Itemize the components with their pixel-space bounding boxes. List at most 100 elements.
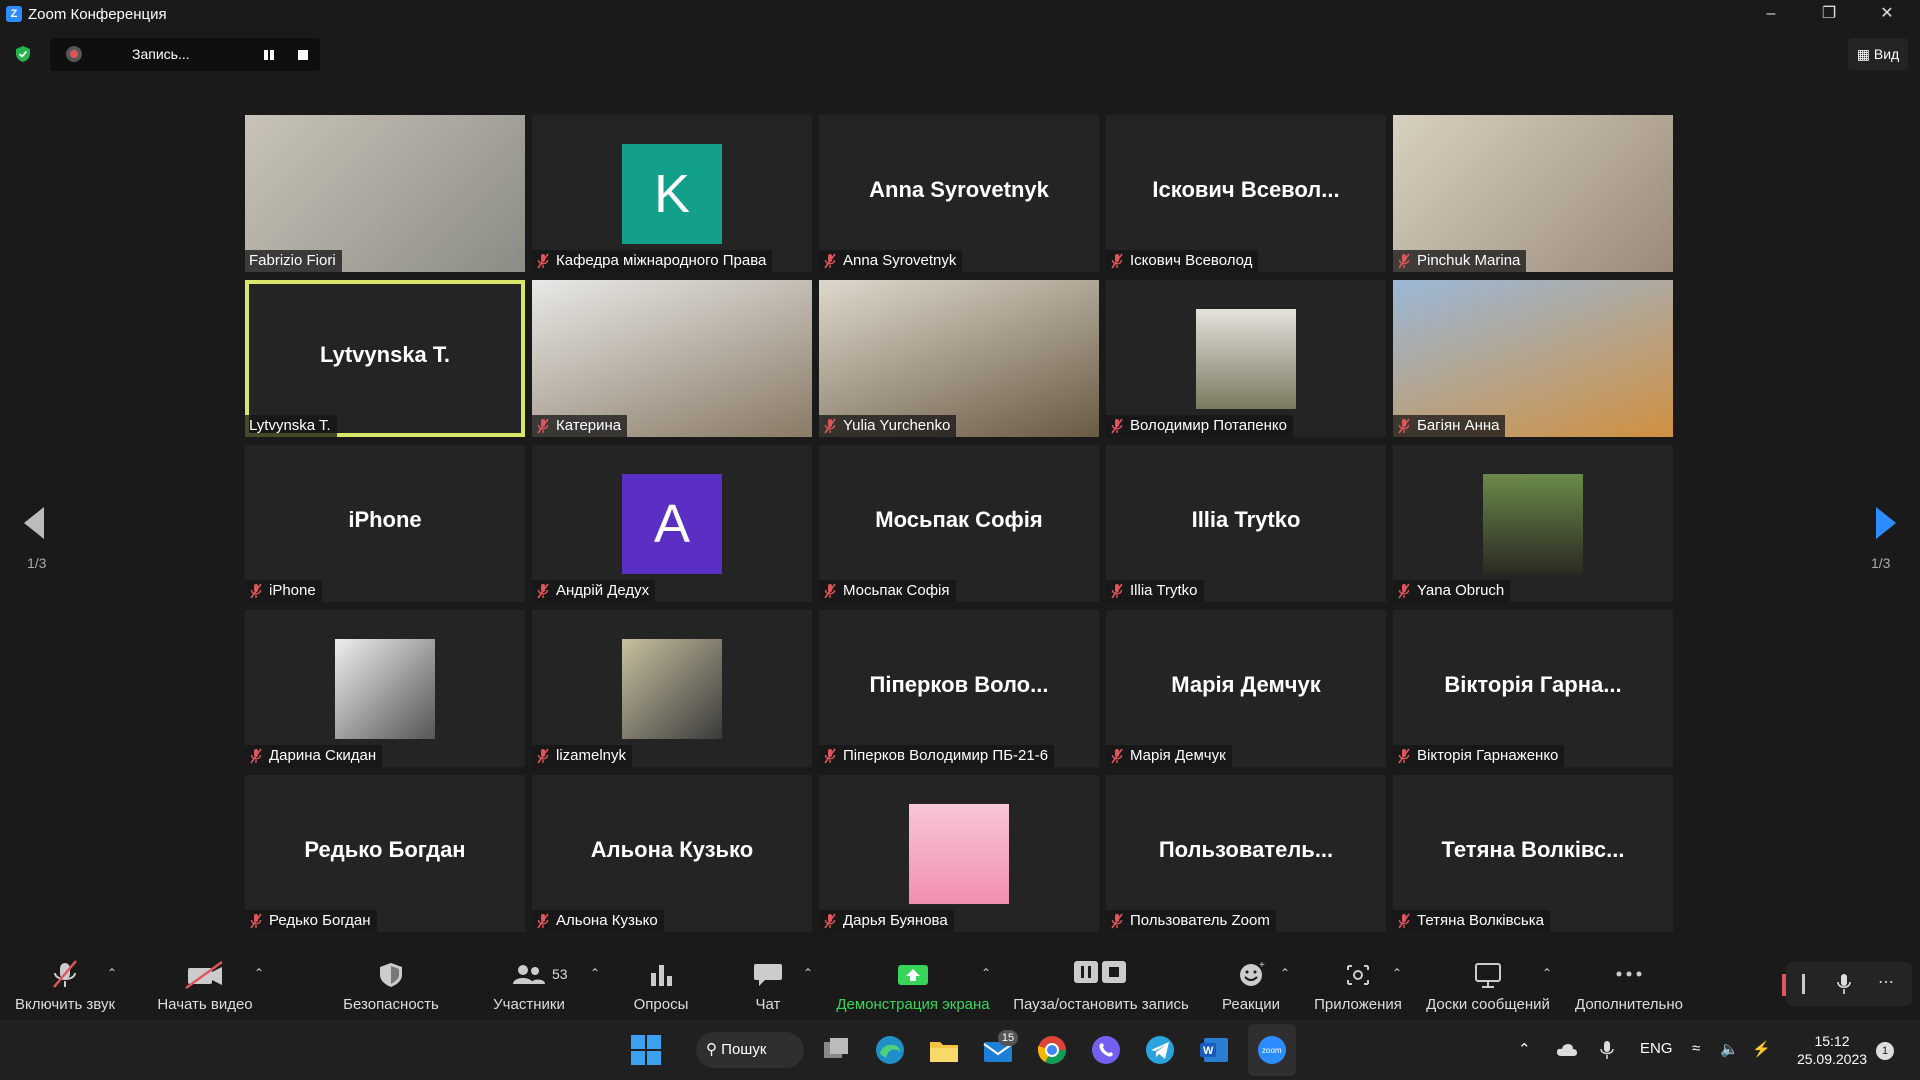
participant-tile[interactable]: A Андрій Дедух [532,445,812,602]
word-icon[interactable]: W [1196,1032,1232,1068]
participant-display-name: Вікторія Гарна... [1444,672,1622,697]
whiteboards-caret-icon[interactable]: ⌃ [1540,966,1554,980]
encryption-shield-icon[interactable] [14,45,32,63]
chat-button[interactable]: Чат [713,950,823,1020]
tray-overflow-icon[interactable]: ⌃ [1518,1040,1531,1058]
view-button-label: Вид [1873,46,1900,62]
view-button[interactable]: ▦ Вид [1848,38,1908,70]
mic-muted-icon [537,253,549,269]
participant-tile[interactable]: Lytvynska T. Lytvynska T. [245,280,525,437]
participant-display-name: Lytvynska T. [319,342,451,367]
share-screen-label: Демонстрация экрана [836,996,990,1013]
participant-gallery: Fabrizio Fiori K Кафедра міжнародного Прав… [245,115,1675,933]
participant-tile[interactable]: lizamelnyk [532,610,812,767]
security-button[interactable]: Безопасность [336,950,446,1020]
mini-microphone-icon[interactable] [1836,972,1852,996]
close-button[interactable]: ✕ [1858,0,1916,30]
participant-tile[interactable]: Пользователь... Пользователь Zoom [1106,775,1386,932]
system-clock[interactable]: 15:12 25.09.2023 [1784,1032,1880,1068]
participant-tile[interactable]: Багіян Анна [1393,280,1673,437]
participant-nameplate: Іскович Всеволод [1106,250,1259,272]
participant-tile[interactable]: Піперков Воло... Піперков Володимир ПБ-21… [819,610,1099,767]
participant-name-label: Lytvynska T. [249,417,331,434]
participant-display-name: Anna Syrovetnyk [869,177,1049,202]
participant-tile[interactable]: Вікторія Гарна... Вікторія Гарнаженко [1393,610,1673,767]
participant-tile[interactable]: Anna Syrovetnyk Anna Syrovetnyk [819,115,1099,272]
participant-tile[interactable]: Fabrizio Fiori [245,115,525,272]
participant-tile[interactable]: Тетяна Волківс... Тетяна Волківська [1393,775,1673,932]
security-label: Безопасность [343,996,439,1013]
participant-name-label: Володимир Потапенко [1130,417,1287,434]
mic-muted-icon [250,583,262,599]
previous-page-arrow-icon[interactable] [22,505,46,541]
chrome-icon[interactable] [1034,1032,1070,1068]
mic-muted-icon [537,418,549,434]
next-page-arrow-icon[interactable] [1874,505,1898,541]
participant-tile[interactable]: Pinchuk Marina [1393,115,1673,272]
taskbar-search[interactable]: ⚲ Пошук [696,1032,804,1068]
participant-tile[interactable]: Редько Богдан Редько Богдан [245,775,525,932]
stop-recording-button[interactable] [298,50,308,60]
whiteboards-button[interactable]: Доски сообщений [1420,950,1556,1020]
reactions-button[interactable]: + Реакции [1196,950,1306,1020]
more-button[interactable]: Дополнительно [1570,950,1688,1020]
participant-tile[interactable]: Володимир Потапенко [1106,280,1386,437]
pause-stop-record-button[interactable]: Пауза/остановить запись [1008,950,1194,1020]
tray-microphone-icon[interactable] [1600,1040,1614,1060]
floating-audio-panel[interactable]: ⋯ [1782,962,1912,1006]
audio-options-caret-icon[interactable]: ⌃ [105,966,119,980]
participant-video [532,280,812,437]
apps-button[interactable]: Приложения [1300,950,1416,1020]
volume-icon[interactable]: 🔈 [1720,1040,1739,1058]
battery-icon[interactable]: ⚡ [1752,1040,1771,1058]
polls-button[interactable]: Опросы [606,950,716,1020]
minimize-button[interactable]: – [1742,0,1800,30]
share-screen-button[interactable]: Демонстрация экрана [828,950,998,1020]
telegram-icon[interactable] [1142,1032,1178,1068]
participant-tile[interactable]: K Кафедра міжнародного Права [532,115,812,272]
wifi-icon[interactable]: ≈ [1692,1040,1700,1057]
edge-browser-icon[interactable] [872,1032,908,1068]
video-options-caret-icon[interactable]: ⌃ [252,966,266,980]
polls-label: Опросы [633,996,689,1013]
reactions-caret-icon[interactable]: ⌃ [1278,966,1292,980]
participant-nameplate: Марія Демчук [1106,745,1232,767]
zoom-app-icon[interactable]: zoom [1254,1032,1290,1068]
participant-tile[interactable]: Марія Демчук Марія Демчук [1106,610,1386,767]
participant-tile[interactable]: Іскович Всевол... Іскович Всеволод [1106,115,1386,272]
participant-tile[interactable]: Мосьпак Софія Мосьпак Софія [819,445,1099,602]
unmute-button[interactable]: Включить звук [10,950,120,1020]
participants-label: Участники [493,996,565,1013]
file-explorer-icon[interactable] [926,1032,962,1068]
language-indicator[interactable]: ENG [1640,1040,1673,1057]
mic-muted-icon [824,748,836,764]
participant-tile[interactable]: Дарья Буянова [819,775,1099,932]
start-video-button[interactable]: Начать видео [150,950,260,1020]
participant-tile[interactable]: Illia Trytko Illia Trytko [1106,445,1386,602]
participant-nameplate: Pinchuk Marina [1393,250,1527,272]
participant-nameplate: iPhone [245,580,322,602]
participant-tile[interactable]: Yulia Yurchenko [819,280,1099,437]
viber-icon[interactable] [1088,1032,1124,1068]
apps-caret-icon[interactable]: ⌃ [1390,966,1404,980]
notification-badge[interactable]: 1 [1876,1042,1894,1060]
participant-tile[interactable]: Альона Кузько Альона Кузько [532,775,812,932]
restore-button[interactable]: ❐ [1800,0,1858,30]
pause-recording-button[interactable] [262,48,276,62]
participants-caret-icon[interactable]: ⌃ [588,966,602,980]
chat-caret-icon[interactable]: ⌃ [801,966,815,980]
participant-tile[interactable]: Yana Obruch [1393,445,1673,602]
onedrive-cloud-icon[interactable] [1556,1042,1578,1058]
windows-start-icon[interactable] [628,1032,664,1068]
participant-tile[interactable]: Дарина Скидан [245,610,525,767]
mini-more-icon[interactable]: ⋯ [1878,972,1894,992]
microphone-muted-icon [53,960,77,988]
participants-button[interactable]: 53 Участники [474,950,584,1020]
participant-tile[interactable]: iPhone iPhone [245,445,525,602]
participant-tile[interactable]: Катерина [532,280,812,437]
grid-icon: ▦ [1856,46,1870,62]
task-view-icon[interactable] [818,1032,854,1068]
participant-nameplate: Yulia Yurchenko [819,415,957,437]
polls-chart-icon [651,965,672,986]
share-caret-icon[interactable]: ⌃ [979,966,993,980]
